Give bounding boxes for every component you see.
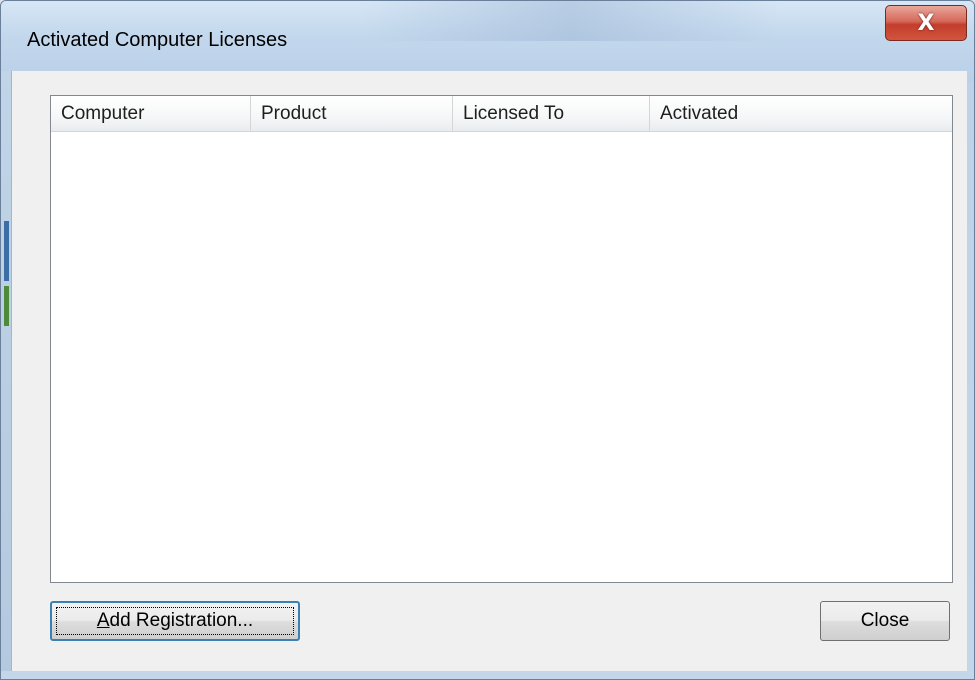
window-close-button[interactable]: X <box>885 5 967 41</box>
window-left-frame <box>1 71 11 679</box>
column-header-computer[interactable]: Computer <box>51 96 251 131</box>
list-header: Computer Product Licensed To Activated <box>51 96 952 132</box>
column-header-activated[interactable]: Activated <box>650 96 952 131</box>
window-title: Activated Computer Licenses <box>27 29 288 51</box>
add-registration-button[interactable]: Add Registration... <box>50 601 300 641</box>
title-bar-glass <box>361 1 781 41</box>
frame-artifact-blue <box>4 221 9 281</box>
frame-artifact-green <box>4 286 9 326</box>
dialog-client-area: Computer Product Licensed To Activated A… <box>11 71 967 671</box>
close-button[interactable]: Close <box>820 601 950 641</box>
close-icon: X <box>917 10 935 36</box>
list-rows-area[interactable] <box>51 132 952 582</box>
licenses-list-view[interactable]: Computer Product Licensed To Activated <box>50 95 953 583</box>
column-header-product[interactable]: Product <box>251 96 453 131</box>
dialog-window: Activated Computer Licenses X Computer P… <box>0 0 975 680</box>
column-header-licensed-to[interactable]: Licensed To <box>453 96 650 131</box>
focus-rectangle <box>56 607 294 635</box>
window-bottom-frame <box>1 671 974 679</box>
